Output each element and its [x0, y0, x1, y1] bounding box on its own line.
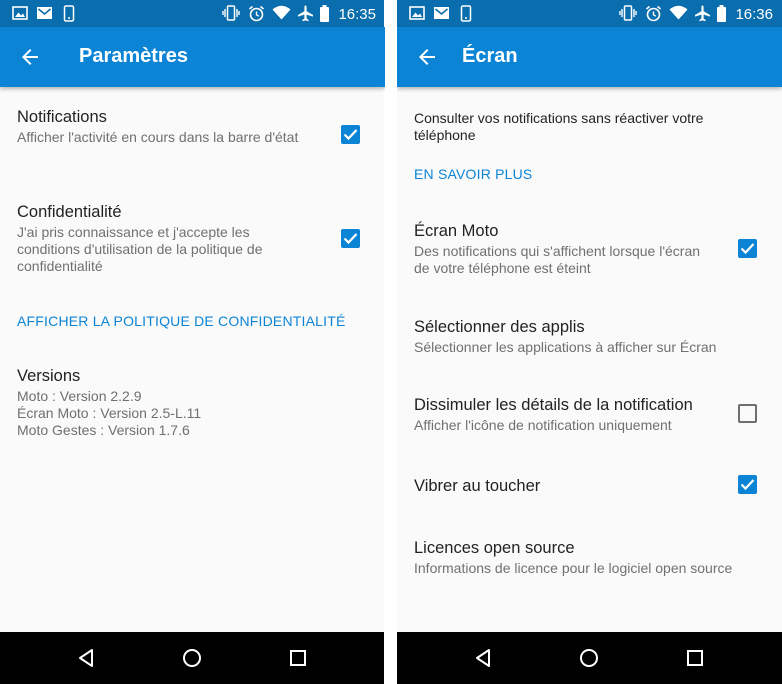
checkmark-icon: [343, 233, 358, 245]
display-settings-list: Consulter vos notifications sans réactiv…: [397, 87, 782, 632]
settings-screen: 16:35 Paramètres Notifications Afficher …: [0, 0, 385, 684]
setting-title: Écran Moto: [414, 222, 499, 240]
battery-icon: [320, 5, 329, 22]
battery-icon: [717, 5, 726, 22]
phone-icon: [63, 5, 75, 22]
status-bar: 16:35: [0, 0, 385, 27]
checkmark-icon: [343, 129, 358, 141]
page-title: Paramètres: [79, 45, 188, 67]
airplane-icon: [298, 5, 313, 22]
nav-home-icon[interactable]: [577, 646, 601, 670]
setting-subtitle: Des notifications qui s'affichent lorsqu…: [414, 243, 701, 276]
setting-title: Notifications: [17, 108, 107, 126]
nav-recents-icon[interactable]: [683, 646, 707, 670]
status-time: 16:35: [338, 6, 376, 23]
app-bar: Écran: [397, 27, 782, 87]
setting-subtitle: Sélectionner les applications à afficher…: [414, 339, 717, 355]
display-screen: 16:36 Écran Consulter vos notifications …: [397, 0, 782, 684]
vibrate-icon: [222, 5, 240, 21]
setting-title: Dissimuler les détails de la notificatio…: [414, 396, 693, 414]
select-apps-setting[interactable]: Sélectionner des applis Sélectionner les…: [414, 317, 765, 356]
nav-back-icon[interactable]: [74, 646, 98, 670]
setting-subtitle: Informations de licence pour le logiciel…: [414, 560, 733, 576]
checkmark-icon: [740, 479, 755, 491]
hide-details-setting[interactable]: Dissimuler les détails de la notificatio…: [414, 395, 722, 434]
versions-section: Versions Moto : Version 2.2.9 Écran Moto…: [17, 366, 368, 439]
wifi-icon: [272, 5, 291, 20]
navigation-bar: [397, 632, 782, 684]
intro-text: Consulter vos notifications sans réactiv…: [414, 110, 742, 144]
navigation-bar: [0, 632, 385, 684]
setting-subtitle: J'ai pris connaissance et j'accepte les …: [17, 224, 263, 274]
nav-back-icon[interactable]: [471, 646, 495, 670]
setting-title: Vibrer au toucher: [414, 477, 541, 495]
alarm-icon: [248, 5, 265, 22]
mail-icon: [434, 7, 449, 19]
open-source-licenses-setting[interactable]: Licences open source Informations de lic…: [414, 538, 765, 577]
page-title: Écran: [462, 45, 518, 67]
checkmark-icon: [740, 243, 755, 255]
moto-display-checkbox[interactable]: [738, 239, 757, 258]
setting-subtitle: Afficher l'icône de notification uniquem…: [414, 417, 672, 433]
version-line: Moto Gestes : Version 1.7.6: [17, 422, 190, 438]
image-icon: [409, 6, 425, 20]
setting-title: Confidentialité: [17, 203, 122, 221]
version-line: Écran Moto : Version 2.5-L.11: [17, 405, 202, 421]
version-line: Moto : Version 2.2.9: [17, 388, 142, 404]
app-bar: Paramètres: [0, 27, 385, 87]
learn-more-link[interactable]: EN SAVOIR PLUS: [414, 166, 532, 182]
versions-title: Versions: [17, 367, 81, 385]
privacy-setting[interactable]: Confidentialité J'ai pris connaissance e…: [17, 202, 315, 275]
nav-recents-icon[interactable]: [286, 646, 310, 670]
notifications-setting[interactable]: Notifications Afficher l'activité en cou…: [17, 107, 315, 146]
setting-title: Sélectionner des applis: [414, 318, 585, 336]
airplane-icon: [695, 5, 710, 22]
alarm-icon: [645, 5, 662, 22]
mail-icon: [37, 7, 52, 19]
back-arrow-icon[interactable]: [415, 45, 439, 69]
phone-icon: [460, 5, 472, 22]
status-time: 16:36: [735, 6, 773, 23]
vibrate-icon: [619, 5, 637, 21]
back-arrow-icon[interactable]: [18, 45, 42, 69]
setting-subtitle: Afficher l'activité en cours dans la bar…: [17, 129, 299, 145]
privacy-policy-link[interactable]: AFFICHER LA POLITIQUE DE CONFIDENTIALITÉ: [17, 313, 346, 329]
vibrate-touch-setting[interactable]: Vibrer au toucher: [414, 476, 712, 496]
vibrate-touch-checkbox[interactable]: [738, 475, 757, 494]
nav-home-icon[interactable]: [180, 646, 204, 670]
intro-description: Consulter vos notifications sans réactiv…: [414, 110, 704, 143]
image-icon: [12, 6, 28, 20]
setting-title: Licences open source: [414, 539, 575, 557]
screen-divider: [384, 0, 397, 684]
notifications-checkbox[interactable]: [341, 125, 360, 144]
hide-details-checkbox[interactable]: [738, 404, 757, 423]
settings-list: Notifications Afficher l'activité en cou…: [0, 87, 385, 632]
wifi-icon: [669, 5, 688, 20]
status-bar: 16:36: [397, 0, 782, 27]
privacy-checkbox[interactable]: [341, 229, 360, 248]
moto-display-setting[interactable]: Écran Moto Des notifications qui s'affic…: [414, 221, 712, 277]
